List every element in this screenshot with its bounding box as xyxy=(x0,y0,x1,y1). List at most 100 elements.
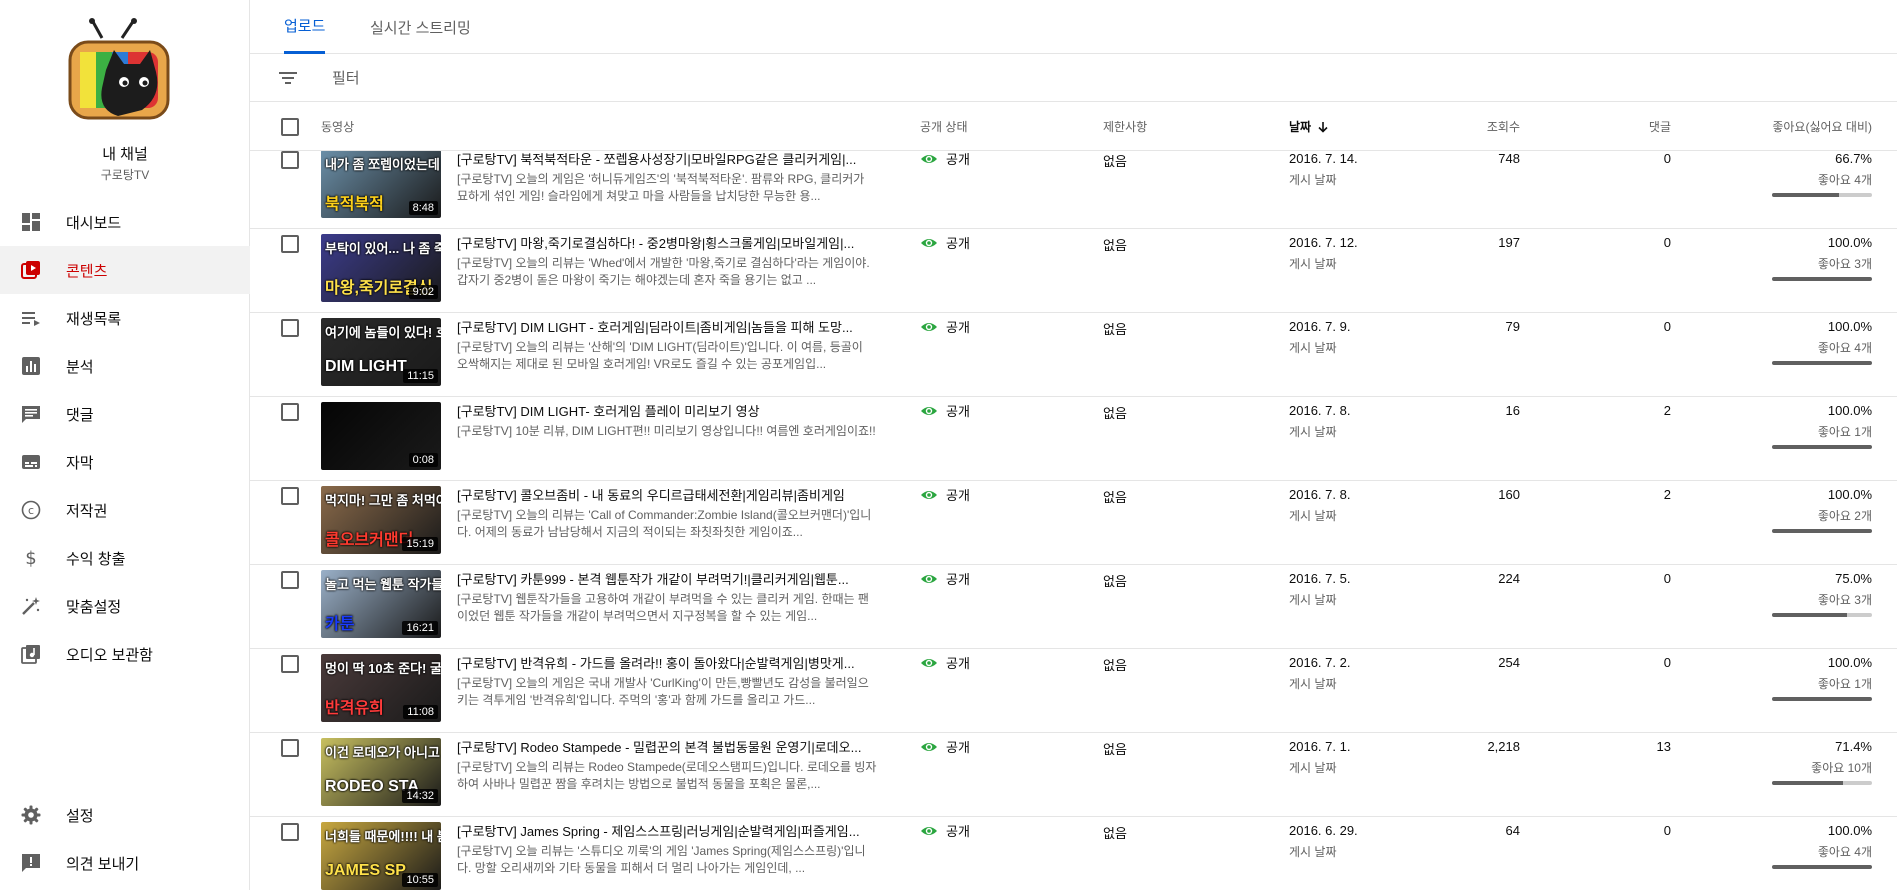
publish-date: 2016. 7. 2. xyxy=(1289,655,1351,670)
table-row[interactable]: 놀고 먹는 웹툰 작가들을 개같이 부려먹을 수 있는! 카툰 16:21 [구… xyxy=(250,565,1897,649)
row-checkbox[interactable] xyxy=(281,823,299,841)
visibility-cell[interactable]: 공개 xyxy=(920,821,970,840)
filter-icon[interactable] xyxy=(278,68,298,88)
video-title[interactable]: [구로탕TV] 북적북적타운 - 쪼렙용사성장기|모바일RPG같은 클리커게임|… xyxy=(457,151,877,168)
publish-date: 2016. 7. 8. xyxy=(1289,403,1351,418)
row-checkbox[interactable] xyxy=(281,235,299,253)
table-row[interactable]: 이건 로데오가 아니고 밀렵꾼이잖아~!! RODEO STA 14:32 [구… xyxy=(250,733,1897,817)
video-thumbnail[interactable]: 이건 로데오가 아니고 밀렵꾼이잖아~!! RODEO STA 14:32 xyxy=(321,738,441,806)
gear-icon xyxy=(20,804,42,826)
comment-count: 0 xyxy=(1663,319,1671,334)
video-title[interactable]: [구로탕TV] James Spring - 제임스스프링|러닝게임|순발력게임… xyxy=(457,821,877,840)
like-ratio: 71.4% xyxy=(1835,739,1872,754)
eye-icon xyxy=(920,822,938,840)
eye-icon xyxy=(920,234,938,252)
sidebar-item-feedback[interactable]: 의견 보내기 xyxy=(0,839,250,887)
table-row[interactable]: 부탁이 있어... 나 좀 죽어줄래? 마왕,죽기로결심 9:02 [구로탕TV… xyxy=(250,229,1897,313)
visibility-cell[interactable]: 공개 xyxy=(920,485,970,504)
eye-icon xyxy=(920,486,938,504)
eye-icon xyxy=(920,151,938,168)
video-title[interactable]: [구로탕TV] DIM LIGHT - 호러게임|딤라이트|좀비게임|놈들을 피… xyxy=(457,317,877,336)
sidebar-item-analytics[interactable]: 분석 xyxy=(0,342,250,390)
table-row[interactable]: 먹지마! 그만 좀 처먹어! 어제의 동료, 지금은 적? 콜오브커맨더 15:… xyxy=(250,481,1897,565)
row-checkbox[interactable] xyxy=(281,319,299,337)
table-row[interactable]: 너희들 때문에!!!! 내 봄 피크닉이!!! JAMES SP 10:55 [… xyxy=(250,817,1897,890)
channel-avatar[interactable] xyxy=(62,18,182,128)
sidebar-item-copyright[interactable]: c 저작권 xyxy=(0,486,250,534)
sidebar-item-monetization[interactable]: $ 수익 창출 xyxy=(0,534,250,582)
visibility-cell[interactable]: 공개 xyxy=(920,233,970,252)
visibility-cell[interactable]: 공개 xyxy=(920,737,970,756)
select-all-checkbox[interactable] xyxy=(281,118,299,136)
table-row[interactable]: 여기에 놈들이 있다! 호러 탈출게임 DIM LIGHT 11:15 [구로탕… xyxy=(250,313,1897,397)
sidebar-item-playlists[interactable]: 재생목록 xyxy=(0,294,250,342)
video-duration: 11:15 xyxy=(403,369,438,383)
restrictions-value: 없음 xyxy=(1103,658,1127,673)
table-row[interactable]: 멍이 딱 10초 준다! 굴다리 밑으로 텨 와! 반격유희 11:08 [구로… xyxy=(250,649,1897,733)
sidebar-item-label: 분석 xyxy=(66,358,94,376)
column-header-date[interactable]: 날짜 xyxy=(1289,103,1329,151)
tab-live-streaming[interactable]: 실시간 스트리밍 xyxy=(370,0,471,54)
tab-uploads[interactable]: 업로드 xyxy=(284,0,326,54)
eye-icon xyxy=(920,318,938,336)
like-count: 좋아요 4개 xyxy=(1817,341,1872,355)
sidebar-item-customization[interactable]: 맞춤설정 xyxy=(0,582,250,630)
row-checkbox[interactable] xyxy=(281,403,299,421)
visibility-label: 공개 xyxy=(946,404,970,419)
visibility-label: 공개 xyxy=(946,740,970,755)
sidebar-item-settings[interactable]: 설정 xyxy=(0,791,250,839)
table-row[interactable]: 내가 좀 쪼렙이었는데 지금은 아니거든? 북적북적 8:48 [구로탕TV] … xyxy=(250,151,1897,229)
thumbnail-caption: 내가 좀 쪼렙이었는데 지금은 아니거든? xyxy=(325,157,441,172)
sidebar-item-dashboard[interactable]: 대시보드 xyxy=(0,198,250,246)
like-ratio-bar xyxy=(1772,781,1872,785)
like-ratio-bar-fill xyxy=(1772,445,1872,449)
publish-date-label: 게시 날짜 xyxy=(1289,341,1337,355)
video-thumbnail[interactable]: 0:08 xyxy=(321,402,441,470)
visibility-cell[interactable]: 공개 xyxy=(920,401,970,420)
video-duration: 14:32 xyxy=(402,789,438,803)
visibility-label: 공개 xyxy=(946,572,970,587)
video-title[interactable]: [구로탕TV] 카툰999 - 본격 웹툰작가 개같이 부려먹기!|클리커게임|… xyxy=(457,569,877,588)
publish-date: 2016. 7. 5. xyxy=(1289,571,1351,586)
video-title[interactable]: [구로탕TV] 반격유희 - 가드를 올려라!! 홍이 돌아왔다|순발력게임|병… xyxy=(457,653,877,672)
playlist-icon xyxy=(20,307,42,329)
thumbnail-title-text: 북적북적 xyxy=(325,196,384,213)
video-thumbnail[interactable]: 놀고 먹는 웹툰 작가들을 개같이 부려먹을 수 있는! 카툰 16:21 xyxy=(321,570,441,638)
comment-count: 0 xyxy=(1663,655,1671,670)
video-title[interactable]: [구로탕TV] 마왕,죽기로결심하다! - 중2병마왕|횡스크롤게임|모바일게임… xyxy=(457,233,877,252)
visibility-cell[interactable]: 공개 xyxy=(920,653,970,672)
thumbnail-caption: 너희들 때문에!!!! 내 봄 피크닉이!!! xyxy=(325,829,441,844)
arrow-down-icon xyxy=(1317,121,1329,133)
video-thumbnail[interactable]: 먹지마! 그만 좀 처먹어! 어제의 동료, 지금은 적? 콜오브커맨더 15:… xyxy=(321,486,441,554)
publish-date-label: 게시 날짜 xyxy=(1289,425,1337,439)
table-row[interactable]: 0:08 [구로탕TV] DIM LIGHT- 호러게임 플레이 미리보기 영상… xyxy=(250,397,1897,481)
visibility-cell[interactable]: 공개 xyxy=(920,569,970,588)
video-title[interactable]: [구로탕TV] DIM LIGHT- 호러게임 플레이 미리보기 영상 xyxy=(457,401,877,420)
video-title[interactable]: [구로탕TV] 콜오브좀비 - 내 동료의 우디르급태세전환|게임리뷰|좀비게임 xyxy=(457,485,877,504)
row-checkbox[interactable] xyxy=(281,571,299,589)
row-checkbox[interactable] xyxy=(281,739,299,757)
sidebar-item-label: 대시보드 xyxy=(66,214,122,232)
sidebar-item-label: 댓글 xyxy=(66,406,94,424)
publish-date: 2016. 7. 8. xyxy=(1289,487,1351,502)
visibility-cell[interactable]: 공개 xyxy=(920,317,970,336)
video-thumbnail[interactable]: 멍이 딱 10초 준다! 굴다리 밑으로 텨 와! 반격유희 11:08 xyxy=(321,654,441,722)
like-ratio-bar-fill xyxy=(1772,361,1872,365)
video-duration: 16:21 xyxy=(402,621,438,635)
visibility-cell[interactable]: 공개 xyxy=(920,151,970,168)
sidebar-item-comments[interactable]: 댓글 xyxy=(0,390,250,438)
sidebar-item-subtitles[interactable]: 자막 xyxy=(0,438,250,486)
filter-input[interactable] xyxy=(332,64,932,92)
publish-date: 2016. 7. 14. xyxy=(1289,151,1358,166)
sidebar-item-audio-library[interactable]: 오디오 보관함 xyxy=(0,630,250,678)
video-thumbnail[interactable]: 여기에 놈들이 있다! 호러 탈출게임 DIM LIGHT 11:15 xyxy=(321,318,441,386)
row-checkbox[interactable] xyxy=(281,487,299,505)
row-checkbox[interactable] xyxy=(281,655,299,673)
sidebar-item-content[interactable]: 콘텐츠 xyxy=(0,246,250,294)
comment-count: 0 xyxy=(1663,151,1671,166)
video-thumbnail[interactable]: 너희들 때문에!!!! 내 봄 피크닉이!!! JAMES SP 10:55 xyxy=(321,822,441,890)
video-thumbnail[interactable]: 내가 좀 쪼렙이었는데 지금은 아니거든? 북적북적 8:48 xyxy=(321,151,441,218)
video-title[interactable]: [구로탕TV] Rodeo Stampede - 밀렵꾼의 본격 불법동물원 운… xyxy=(457,737,877,756)
row-checkbox[interactable] xyxy=(281,151,299,169)
video-thumbnail[interactable]: 부탁이 있어... 나 좀 죽어줄래? 마왕,죽기로결심 9:02 xyxy=(321,234,441,302)
